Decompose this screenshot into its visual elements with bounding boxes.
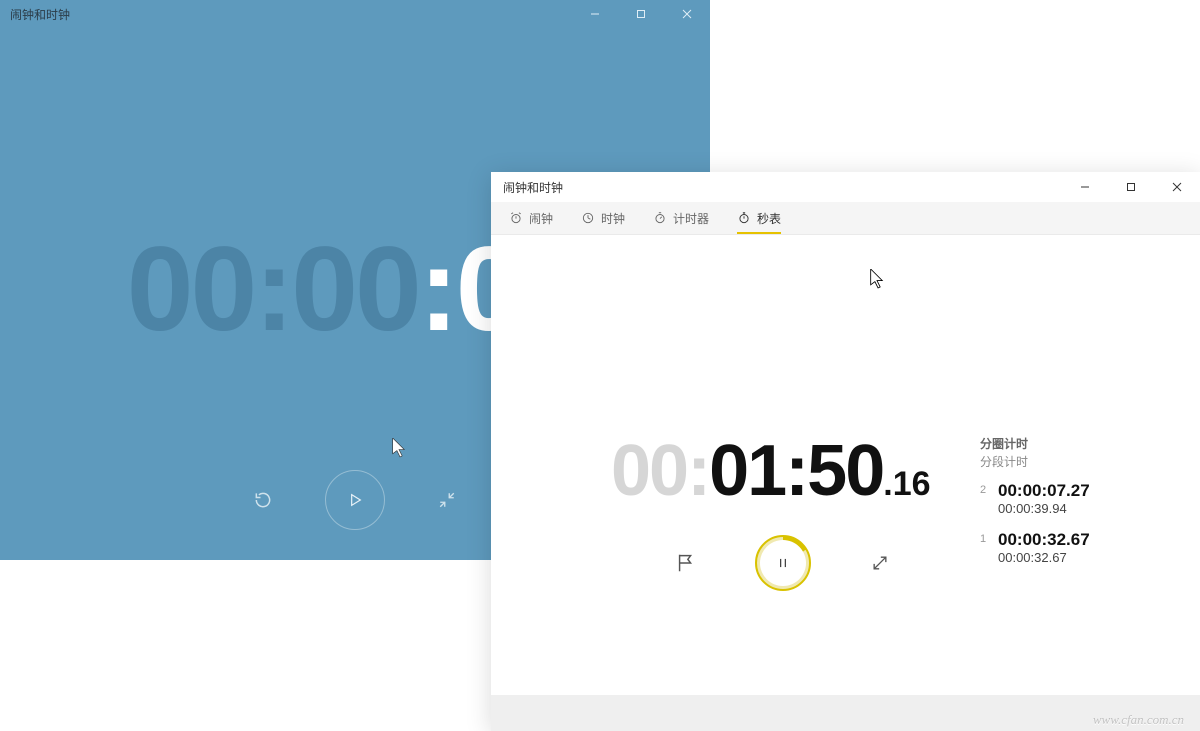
- lap-index: 2: [980, 481, 988, 516]
- reset-button[interactable]: [245, 482, 281, 518]
- maximize-button[interactable]: [1108, 172, 1154, 202]
- close-button[interactable]: [664, 0, 710, 28]
- lap-button[interactable]: [671, 548, 701, 578]
- tab-label: 秒表: [757, 210, 781, 227]
- cursor-icon: [870, 269, 884, 289]
- seconds: 50: [807, 431, 883, 511]
- lap-header-lap: 分圈计时: [980, 435, 1140, 453]
- tab-label: 计时器: [673, 210, 709, 227]
- stopwatch-display: 00:01:50.16: [611, 430, 931, 512]
- controls: [671, 535, 895, 591]
- centiseconds: .16: [883, 465, 930, 503]
- hours: 00: [611, 431, 687, 511]
- tab-label: 时钟: [601, 210, 625, 227]
- window-controls: [572, 0, 710, 28]
- minutes: 01: [709, 431, 785, 511]
- cursor-icon: [392, 438, 406, 458]
- lap-total: 00:00:32.67: [998, 550, 1090, 565]
- expand-button[interactable]: [865, 548, 895, 578]
- lap-list-header: 分圈计时 分段计时: [980, 435, 1140, 471]
- collapse-button[interactable]: [429, 482, 465, 518]
- tab-clock[interactable]: 时钟: [581, 202, 625, 234]
- window-controls: [1062, 172, 1200, 202]
- tab-stopwatch[interactable]: 秒表: [737, 202, 781, 234]
- titlebar: 闹钟和时钟: [491, 172, 1200, 202]
- pause-button[interactable]: [755, 535, 811, 591]
- lap-time: 00:00:32.67: [998, 530, 1090, 550]
- lap-row: 1 00:00:32.67 00:00:32.67: [980, 530, 1140, 565]
- titlebar: 闹钟和时钟: [0, 0, 710, 28]
- lap-time: 00:00:07.27: [998, 481, 1090, 501]
- tab-bar: 闹钟 时钟 计时器 秒表: [491, 202, 1200, 235]
- lap-row: 2 00:00:07.27 00:00:39.94: [980, 481, 1140, 516]
- tab-alarm[interactable]: 闹钟: [509, 202, 553, 234]
- stopwatch-window: 闹钟和时钟 闹钟 时钟: [491, 172, 1200, 731]
- tab-label: 闹钟: [529, 210, 553, 227]
- stopwatch-body: 00:01:50.16 分圈计时 分段计时 2 00:00:07.27 00:0…: [491, 235, 1200, 695]
- minutes: 00: [291, 222, 418, 356]
- lap-header-total: 分段计时: [980, 453, 1140, 471]
- window-title: 闹钟和时钟: [503, 179, 563, 196]
- lap-list: 分圈计时 分段计时 2 00:00:07.27 00:00:39.94 1 00…: [980, 435, 1140, 579]
- minimize-button[interactable]: [1062, 172, 1108, 202]
- close-button[interactable]: [1154, 172, 1200, 202]
- tab-timer[interactable]: 计时器: [653, 202, 709, 234]
- lap-index: 1: [980, 530, 988, 565]
- maximize-button[interactable]: [618, 0, 664, 28]
- minimize-button[interactable]: [572, 0, 618, 28]
- hours: 00: [127, 222, 254, 356]
- lap-total: 00:00:39.94: [998, 501, 1090, 516]
- watermark: www.cfan.com.cn: [1093, 712, 1184, 728]
- play-button[interactable]: [325, 470, 385, 530]
- window-title: 闹钟和时钟: [10, 6, 70, 23]
